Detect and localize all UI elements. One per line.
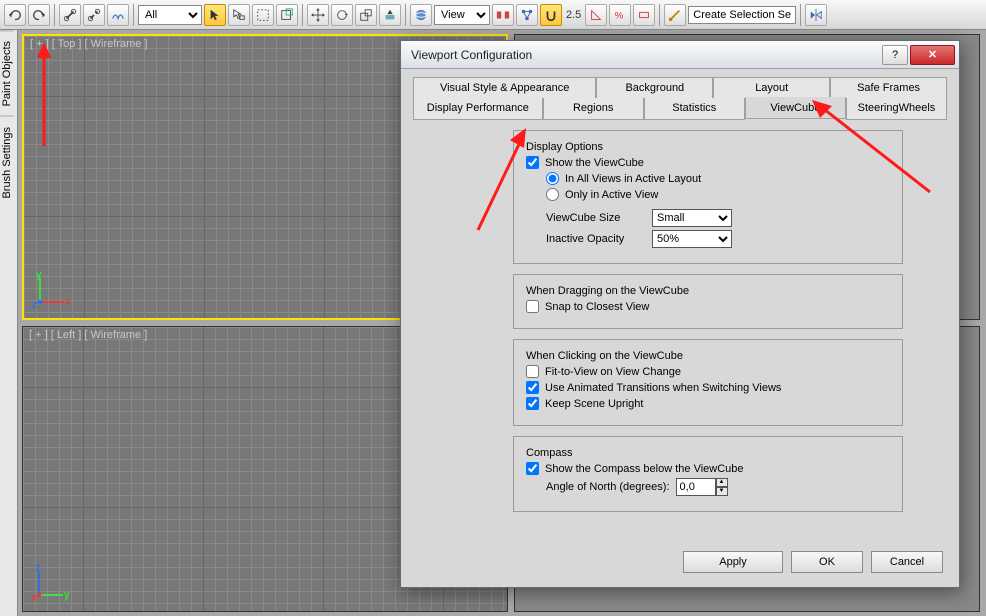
- tab-visual[interactable]: Visual Style & Appearance: [413, 77, 596, 98]
- mirror-icon[interactable]: [805, 4, 827, 26]
- rotate-icon[interactable]: [331, 4, 353, 26]
- svg-text:z: z: [32, 299, 38, 310]
- axis-gizmo-top: x y z: [32, 270, 72, 310]
- ok-button[interactable]: OK: [791, 551, 863, 573]
- snap-toggle-icon[interactable]: [540, 4, 562, 26]
- chk-snap-closest[interactable]: [526, 300, 539, 313]
- bind-icon[interactable]: [107, 4, 129, 26]
- chk-upright[interactable]: [526, 397, 539, 410]
- viewport-config-dialog: Viewport Configuration ? ✕ Visual Style …: [400, 40, 960, 588]
- svg-text:x: x: [31, 592, 37, 603]
- tab-viewcube[interactable]: ViewCube: [745, 97, 846, 119]
- close-button[interactable]: ✕: [910, 45, 955, 65]
- combo-opacity[interactable]: 50%: [652, 230, 732, 248]
- pivot-icon[interactable]: [492, 4, 514, 26]
- group-dragging: When Dragging on the ViewCube Snap to Cl…: [513, 274, 903, 329]
- axis-gizmo-left: y z x: [31, 563, 71, 603]
- cancel-button[interactable]: Cancel: [871, 551, 943, 573]
- percent-snap-icon[interactable]: %: [609, 4, 631, 26]
- tab-statistics[interactable]: Statistics: [644, 98, 745, 120]
- tab-layout[interactable]: Layout: [713, 77, 830, 98]
- window-crossing-icon[interactable]: [276, 4, 298, 26]
- redo-icon[interactable]: [28, 4, 50, 26]
- svg-text:y: y: [64, 589, 70, 601]
- spinner-snap-icon[interactable]: [633, 4, 655, 26]
- side-tab-brush[interactable]: Brush Settings: [0, 116, 14, 209]
- scale-icon[interactable]: [355, 4, 377, 26]
- manipulate-icon[interactable]: [516, 4, 538, 26]
- tab-row-1: Visual Style & Appearance Background Lay…: [413, 77, 947, 98]
- svg-text:x: x: [65, 296, 71, 308]
- move-icon[interactable]: [307, 4, 329, 26]
- svg-text:y: y: [36, 270, 42, 281]
- selection-filter-select[interactable]: All: [138, 5, 202, 25]
- viewport-left-label[interactable]: [ + ] [ Left ] [ Wireframe ]: [29, 329, 147, 341]
- select-region-rect-icon[interactable]: [252, 4, 274, 26]
- ref-coord-icon[interactable]: [410, 4, 432, 26]
- unlink-icon[interactable]: [83, 4, 105, 26]
- ref-coord-select[interactable]: View: [434, 5, 490, 25]
- select-object-icon[interactable]: [204, 4, 226, 26]
- link-icon[interactable]: [59, 4, 81, 26]
- tab-steeringwheels[interactable]: SteeringWheels: [846, 98, 947, 120]
- dialog-title: Viewport Configuration: [411, 48, 882, 62]
- named-selection-input[interactable]: [688, 6, 796, 24]
- combo-viewcube-size[interactable]: Small: [652, 209, 732, 227]
- tab-safeframes[interactable]: Safe Frames: [830, 77, 947, 98]
- radio-active-view[interactable]: [546, 188, 559, 201]
- tab-regions[interactable]: Regions: [543, 98, 644, 120]
- chk-show-viewcube[interactable]: [526, 156, 539, 169]
- main-toolbar: All View 2.5 %: [0, 0, 986, 30]
- apply-button[interactable]: Apply: [683, 551, 783, 573]
- angle-snap-icon[interactable]: [585, 4, 607, 26]
- svg-text:%: %: [615, 10, 624, 21]
- undo-icon[interactable]: [4, 4, 26, 26]
- tab-background[interactable]: Background: [596, 77, 713, 98]
- radio-all-views[interactable]: [546, 172, 559, 185]
- svg-text:z: z: [35, 563, 41, 574]
- spin-north-angle[interactable]: [676, 478, 716, 496]
- tab-displayperf[interactable]: Display Performance: [413, 98, 543, 120]
- placement-icon[interactable]: [379, 4, 401, 26]
- spin-buttons[interactable]: ▲▼: [716, 478, 728, 496]
- chk-fit-view[interactable]: [526, 365, 539, 378]
- tab-row-2: Display Performance Regions Statistics V…: [413, 98, 947, 120]
- group-display-options: Display Options Show the ViewCube In All…: [513, 130, 903, 264]
- side-tabs: Paint Objects Brush Settings: [0, 30, 18, 616]
- snap-value: 2.5: [564, 9, 583, 21]
- edit-named-sel-icon[interactable]: [664, 4, 686, 26]
- chk-animated[interactable]: [526, 381, 539, 394]
- chk-compass[interactable]: [526, 462, 539, 475]
- select-name-icon[interactable]: [228, 4, 250, 26]
- dialog-titlebar[interactable]: Viewport Configuration ? ✕: [401, 41, 959, 69]
- side-tab-paint[interactable]: Paint Objects: [0, 30, 14, 116]
- help-button[interactable]: ?: [882, 45, 908, 65]
- viewport-top-label[interactable]: [ + ] [ Top ] [ Wireframe ]: [30, 38, 147, 50]
- group-compass: Compass Show the Compass below the ViewC…: [513, 436, 903, 512]
- group-clicking: When Clicking on the ViewCube Fit-to-Vie…: [513, 339, 903, 426]
